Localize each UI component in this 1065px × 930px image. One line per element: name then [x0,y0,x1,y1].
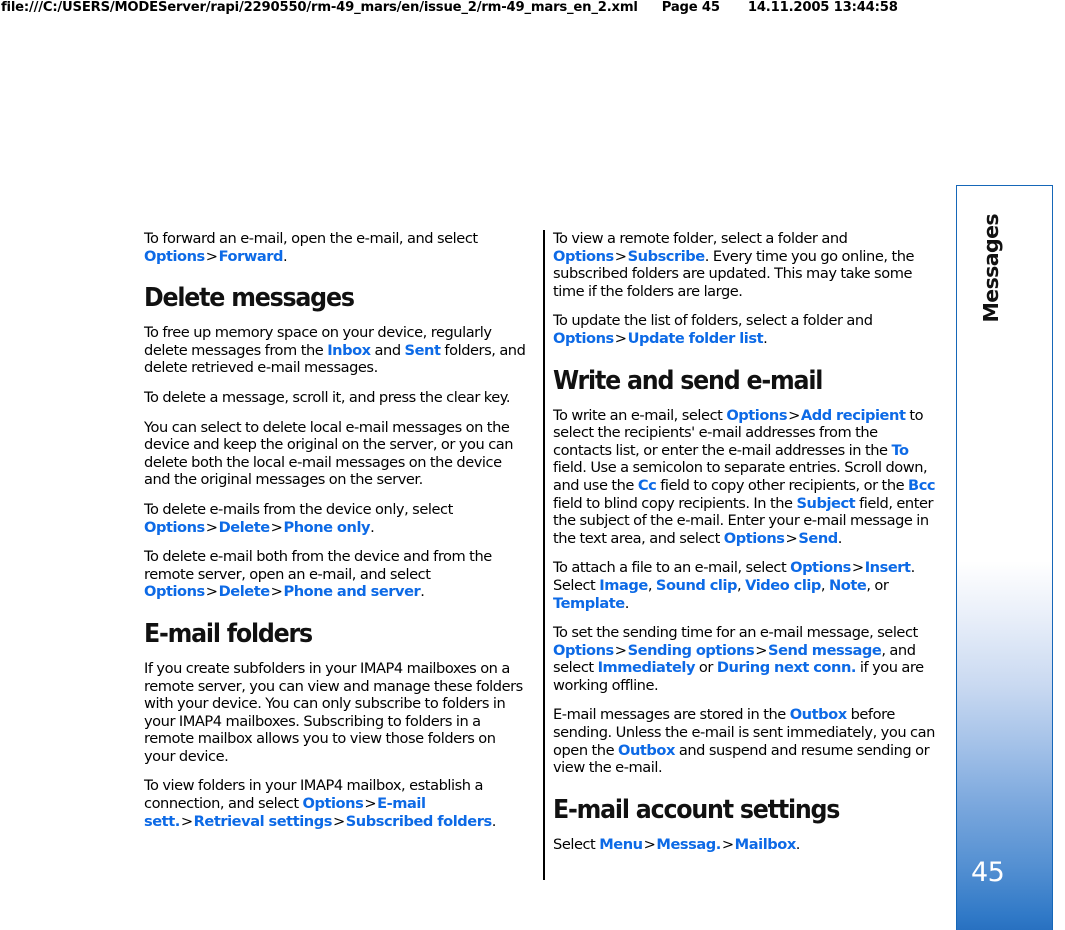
menu-separator-icon: > [332,812,345,830]
ui-term: Sending options [627,641,755,659]
ui-term: Delete [218,583,271,601]
body-paragraph: To update the list of folders, select a … [553,312,873,347]
right-text-column: To view a remote folder, select a folder… [553,230,939,865]
ui-term: Send [798,529,838,547]
menu-separator-icon: > [614,247,627,265]
body-paragraph: To view a remote folder, select a folder… [553,230,915,300]
ui-term: Image [599,576,648,594]
ui-term: To [891,441,909,459]
ui-term: Options [144,583,205,601]
menu-separator-icon: > [788,406,800,424]
page-number: 45 [971,857,1005,888]
ui-term: Messag. [656,835,721,853]
body-paragraph: To write an e-mail, select Options>Add r… [553,406,936,547]
ui-term: Retrieval settings [193,812,333,830]
ui-term: Options [144,518,205,536]
ui-term: Subscribed folders [345,812,492,830]
ui-term: During next conn. [716,659,857,677]
ui-term: Video clip [745,576,821,594]
ui-term: Delete [218,518,271,536]
ui-term: Options [723,529,785,547]
ui-term: Subject [796,494,856,512]
menu-separator-icon: > [755,641,768,659]
ui-term: Options [553,247,614,265]
body-paragraph: If you create subfolders in your IMAP4 m… [144,659,523,765]
menu-separator-icon: > [851,559,864,577]
ui-term: Bcc [908,476,936,494]
ui-term: Options [553,329,614,347]
section-heading: Delete messages [144,283,355,314]
ui-term: Inbox [327,341,371,359]
ui-term: Options [144,247,205,265]
section-heading: Write and send e-mail [553,365,823,396]
body-paragraph: To delete e-mail both from the device an… [144,548,492,601]
chapter-side-tab: Messages 45 [956,185,1053,930]
print-header-bar: file:///C:/USERS/MODEServer/rapi/2290550… [0,0,1065,22]
ui-term: Immediately [597,659,696,677]
body-paragraph: Select Menu>Messag.>Mailbox. [553,835,800,853]
body-paragraph: To attach a file to an e-mail, select Op… [553,559,915,612]
ui-term: Template [553,594,625,612]
ui-term: Sound clip [655,576,738,594]
body-paragraph: To set the sending time for an e-mail me… [553,624,924,694]
ui-term: Options [553,641,614,659]
ui-term: Phone and server [283,583,421,601]
body-paragraph: To view folders in your IMAP4 mailbox, e… [144,777,496,830]
chapter-label: Messages [979,214,1003,323]
ui-term: Mailbox [734,835,797,853]
ui-term: Forward [218,247,284,265]
ui-term: Outbox [618,741,675,759]
ui-term: Menu [599,835,643,853]
source-file-path: file:///C:/USERS/MODEServer/rapi/2290550… [1,0,638,15]
menu-separator-icon: > [614,329,627,347]
section-heading: E-mail folders [144,618,313,649]
body-paragraph: You can select to delete local e-mail me… [144,418,514,489]
menu-separator-icon: > [180,812,193,830]
left-text-column: To forward an e-mail, open the e-mail, a… [144,230,530,842]
menu-separator-icon: > [364,795,377,813]
menu-separator-icon: > [205,583,218,601]
ui-term: Subscribe [627,247,706,265]
header-timestamp: 14.11.2005 13:44:58 [747,0,898,15]
menu-separator-icon: > [270,583,283,601]
menu-separator-icon: > [614,641,627,659]
ui-term: Insert [864,559,911,577]
body-paragraph: To delete e-mails from the device only, … [144,500,453,536]
section-heading: E-mail account settings [553,794,840,825]
menu-separator-icon: > [270,518,283,536]
header-page-label: Page 45 [661,0,720,15]
ui-term: Sent [404,341,441,359]
menu-separator-icon: > [643,835,656,853]
ui-term: Outbox [789,706,847,724]
body-paragraph: To forward an e-mail, open the e-mail, a… [144,230,478,265]
ui-term: Add recipient [800,406,906,424]
body-paragraph: To free up memory space on your device, … [144,324,526,377]
body-paragraph: E-mail messages are stored in the Outbox… [553,706,935,777]
body-paragraph: To delete a message, scroll it, and pres… [144,388,511,406]
menu-separator-icon: > [721,835,734,853]
ui-term: Send message [768,641,882,659]
ui-term: Options [790,559,851,577]
ui-term: Note [829,576,867,594]
ui-term: Update folder list [627,329,764,347]
menu-separator-icon: > [205,247,218,265]
column-divider [543,230,545,880]
ui-term: Options [302,795,364,813]
ui-term: Phone only [283,518,371,536]
ui-term: Options [726,406,788,424]
menu-separator-icon: > [785,529,798,547]
menu-separator-icon: > [205,518,218,536]
ui-term: Cc [637,476,657,494]
page-content-area: To forward an e-mail, open the e-mail, a… [0,185,1065,930]
